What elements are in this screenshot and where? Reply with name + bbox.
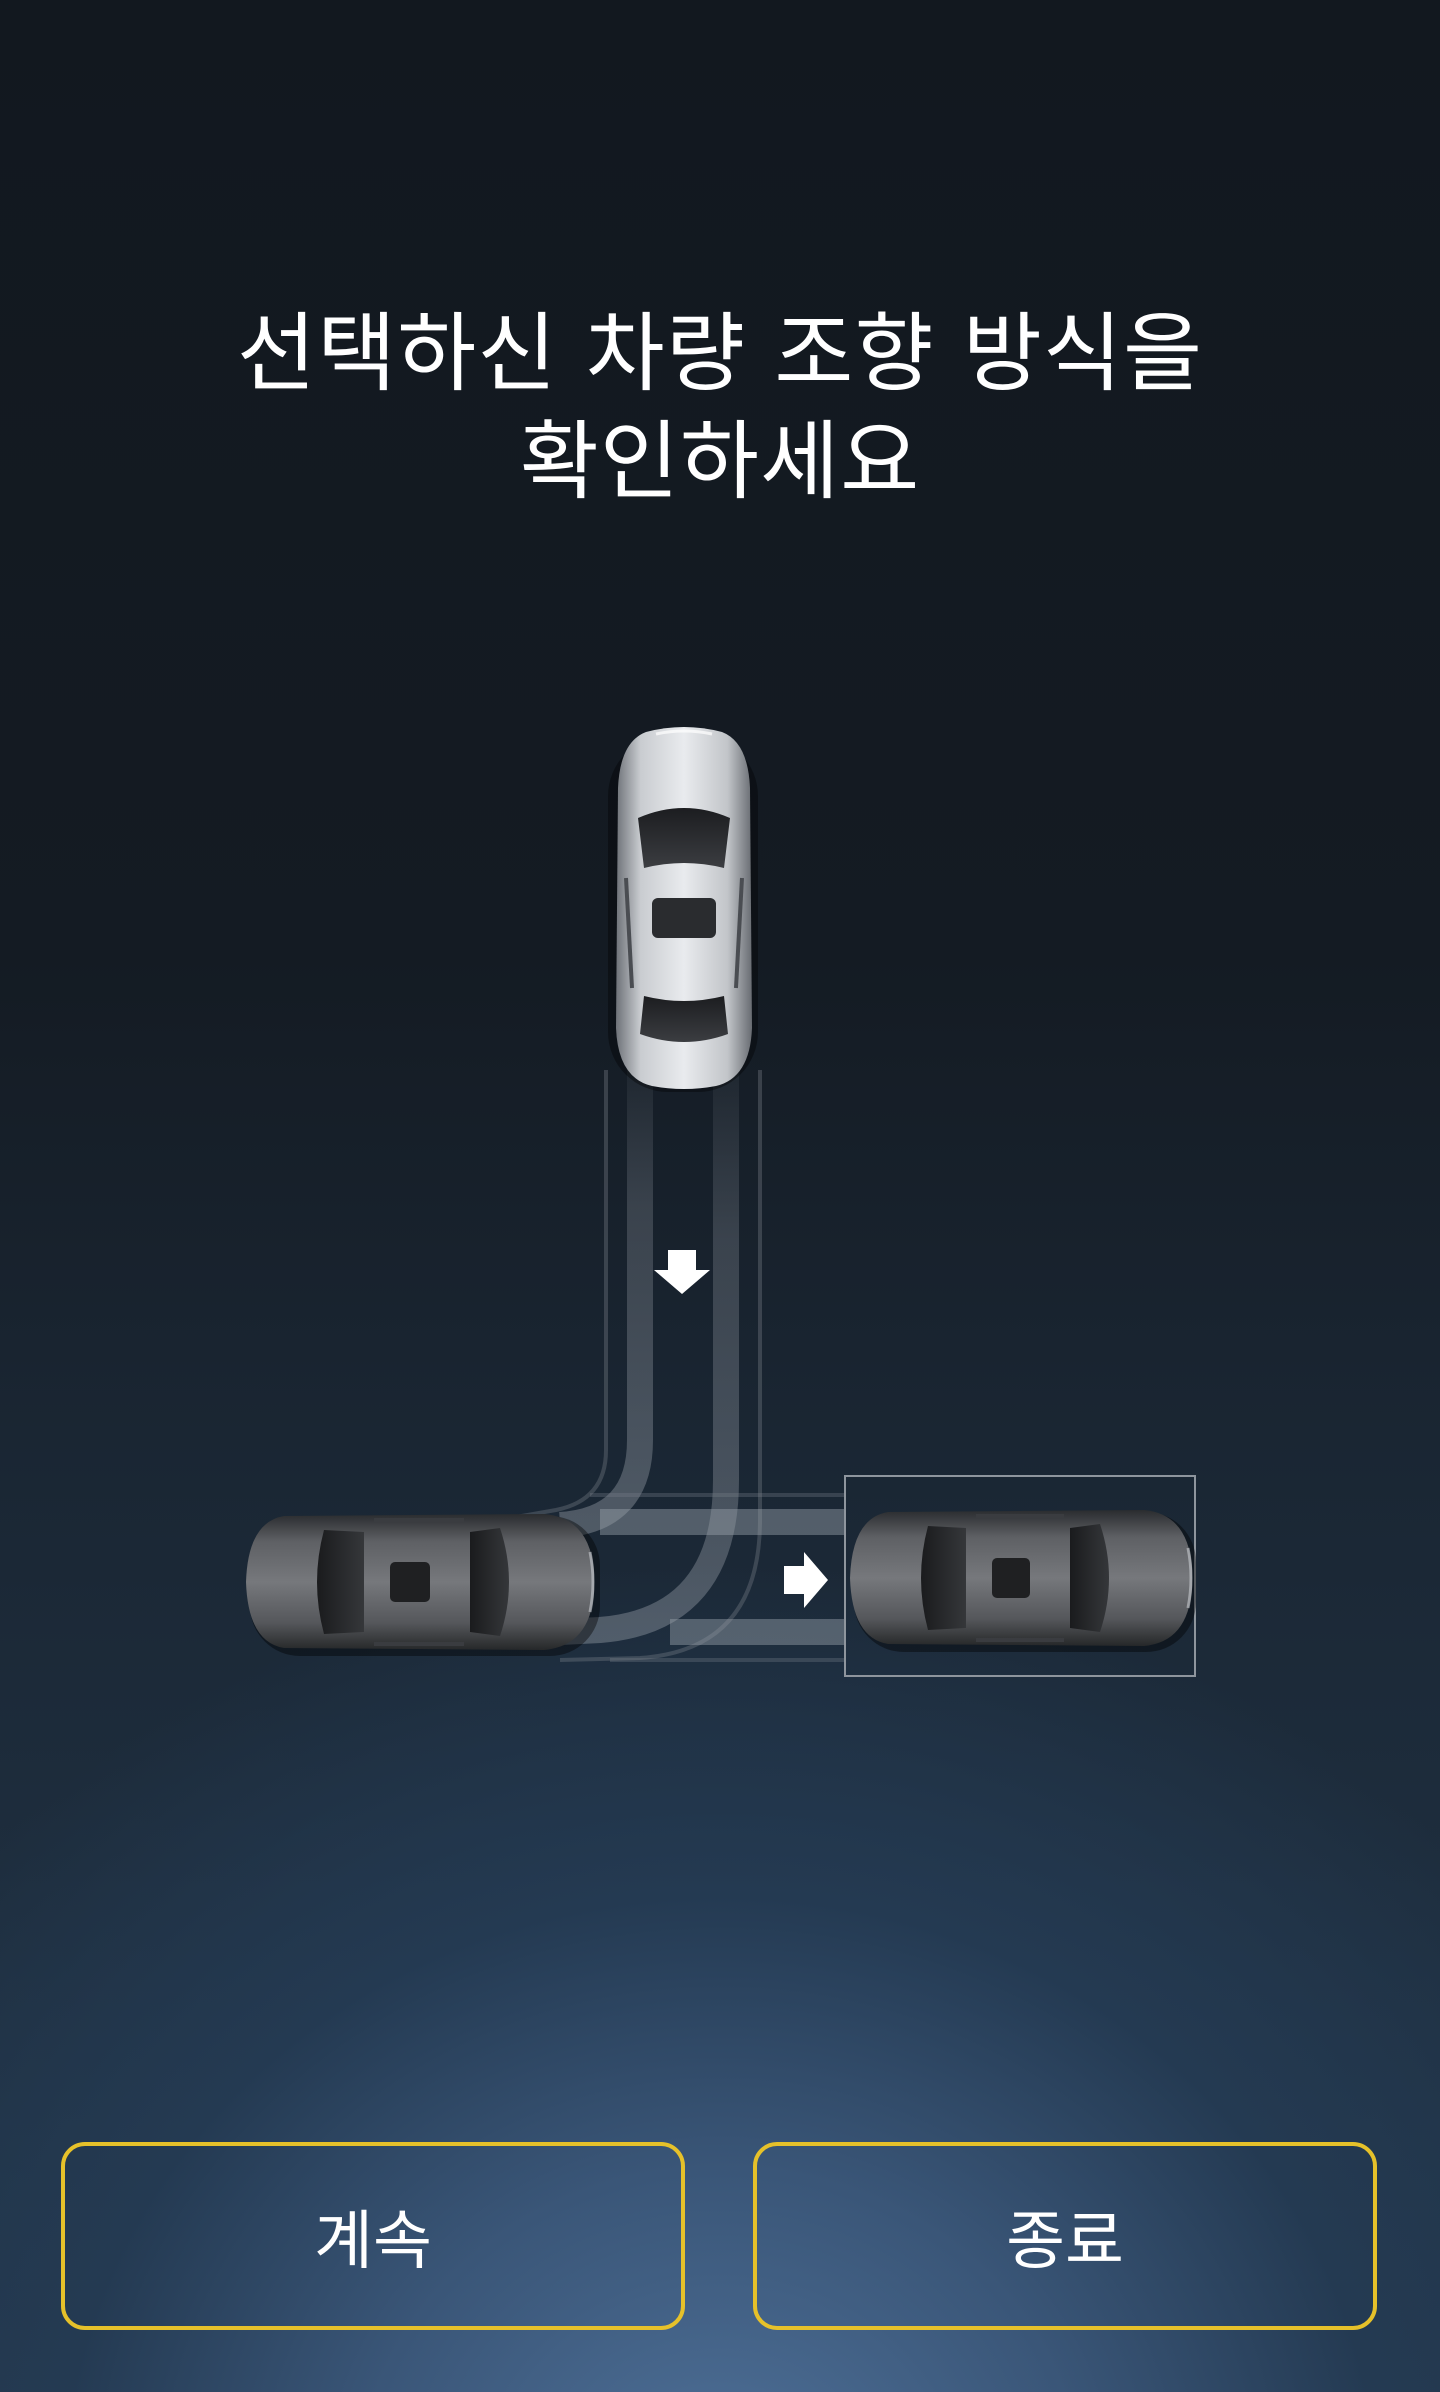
- car-top-view-left: [246, 1514, 600, 1656]
- steering-confirm-screen: 선택하신 차량 조향 방식을 확인하세요 계속 종료: [0, 0, 1440, 2392]
- car-top-view-silver: [608, 727, 758, 1092]
- steering-illustration: [246, 727, 1196, 1677]
- car-top-view-target: [850, 1510, 1196, 1652]
- exit-button[interactable]: 종료: [753, 2142, 1377, 2330]
- continue-button[interactable]: 계속: [61, 2142, 685, 2330]
- arrow-right-icon: [784, 1552, 828, 1608]
- arrow-down-icon: [654, 1250, 710, 1294]
